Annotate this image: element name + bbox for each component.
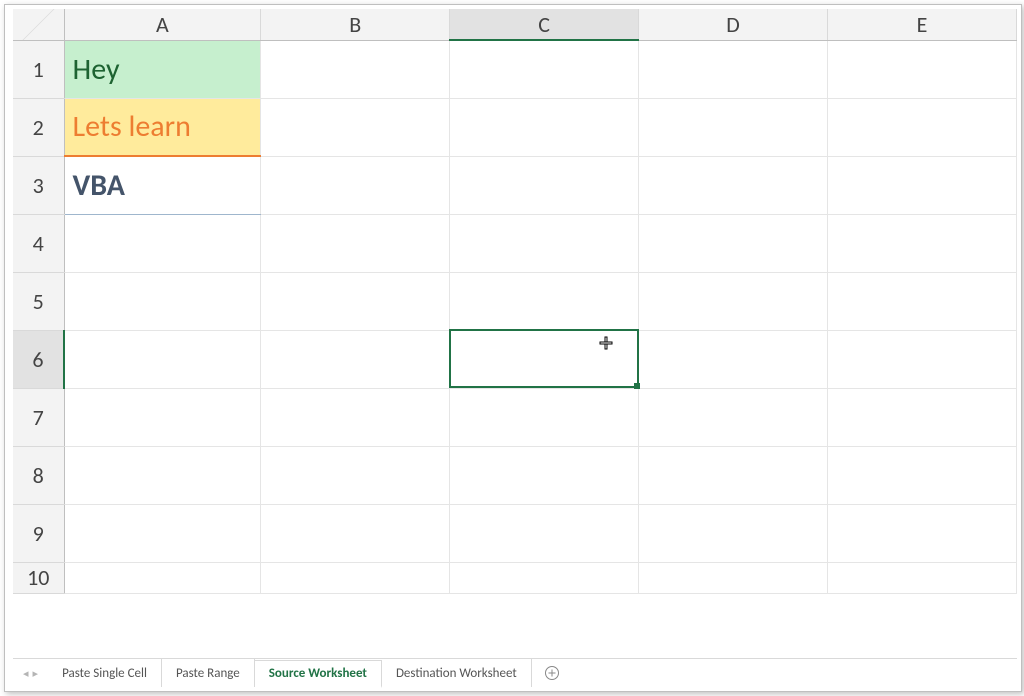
cell-E3[interactable] [828,156,1017,214]
cell-C5[interactable] [450,272,639,330]
grid-area: A B C D E 1 Hey 2 Lets learn [13,9,1017,651]
sheet-tab-1[interactable]: Paste Range [162,659,255,687]
cell-C7[interactable] [450,388,639,446]
cell-E7[interactable] [828,388,1017,446]
col-header-A[interactable]: A [64,9,261,40]
cell-A10[interactable] [64,562,261,593]
row-header-2[interactable]: 2 [13,98,64,156]
cell-E1[interactable] [828,40,1017,98]
tab-scroll-controls: ◂ ▸ [13,659,48,687]
tab-scroll-prev-icon[interactable]: ◂ [21,667,31,680]
row-header-7[interactable]: 7 [13,388,64,446]
col-header-D[interactable]: D [639,9,828,40]
col-header-B[interactable]: B [261,9,450,40]
cell-A1[interactable]: Hey [64,40,261,98]
cell-D7[interactable] [639,388,828,446]
sheet-tab-2[interactable]: Source Worksheet [255,660,382,688]
cell-A6[interactable] [64,330,261,388]
cell-C8[interactable] [450,446,639,504]
cell-C6[interactable] [450,330,639,388]
cell-B5[interactable] [261,272,450,330]
row-header-5[interactable]: 5 [13,272,64,330]
tab-scroll-next-icon[interactable]: ▸ [31,667,41,680]
col-header-C[interactable]: C [450,9,639,40]
cell-B8[interactable] [261,446,450,504]
row-header-4[interactable]: 4 [13,214,64,272]
select-all-corner[interactable] [13,9,64,40]
cell-D10[interactable] [639,562,828,593]
cell-C9[interactable] [450,504,639,562]
cell-B3[interactable] [261,156,450,214]
row-header-9[interactable]: 9 [13,504,64,562]
row-header-3[interactable]: 3 [13,156,64,214]
cell-E8[interactable] [828,446,1017,504]
sheet-tab-3[interactable]: Destination Worksheet [382,659,532,687]
cell-C10[interactable] [450,562,639,593]
row-header-10[interactable]: 10 [13,562,64,593]
cell-C2[interactable] [450,98,639,156]
cell-D2[interactable] [639,98,828,156]
cell-D6[interactable] [639,330,828,388]
cell-A3[interactable]: VBA [64,156,261,214]
cell-A2[interactable]: Lets learn [64,98,261,156]
col-header-E[interactable]: E [828,9,1017,40]
cell-D5[interactable] [639,272,828,330]
spreadsheet-grid[interactable]: A B C D E 1 Hey 2 Lets learn [13,9,1017,594]
cell-D9[interactable] [639,504,828,562]
cell-E6[interactable] [828,330,1017,388]
add-sheet-button[interactable] [532,659,572,687]
row-header-1[interactable]: 1 [13,40,64,98]
plus-circle-icon [544,665,560,681]
cell-B4[interactable] [261,214,450,272]
cell-E9[interactable] [828,504,1017,562]
sheet-tab-0[interactable]: Paste Single Cell [48,659,162,687]
sheet-tab-strip: ◂ ▸ Paste Single Cell Paste Range Source… [13,658,1017,687]
row-header-6[interactable]: 6 [13,330,64,388]
cell-E10[interactable] [828,562,1017,593]
cell-B9[interactable] [261,504,450,562]
cell-A7[interactable] [64,388,261,446]
cell-D3[interactable] [639,156,828,214]
row-header-8[interactable]: 8 [13,446,64,504]
spreadsheet-window: A B C D E 1 Hey 2 Lets learn [4,4,1022,692]
cell-D8[interactable] [639,446,828,504]
cell-D1[interactable] [639,40,828,98]
cell-D4[interactable] [639,214,828,272]
cell-B1[interactable] [261,40,450,98]
cell-E4[interactable] [828,214,1017,272]
cell-C3[interactable] [450,156,639,214]
cell-E2[interactable] [828,98,1017,156]
cell-C4[interactable] [450,214,639,272]
cell-B10[interactable] [261,562,450,593]
cell-B7[interactable] [261,388,450,446]
cell-E5[interactable] [828,272,1017,330]
cell-B6[interactable] [261,330,450,388]
cell-A9[interactable] [64,504,261,562]
cell-A8[interactable] [64,446,261,504]
cell-A4[interactable] [64,214,261,272]
cell-B2[interactable] [261,98,450,156]
cell-C1[interactable] [450,40,639,98]
cell-A5[interactable] [64,272,261,330]
